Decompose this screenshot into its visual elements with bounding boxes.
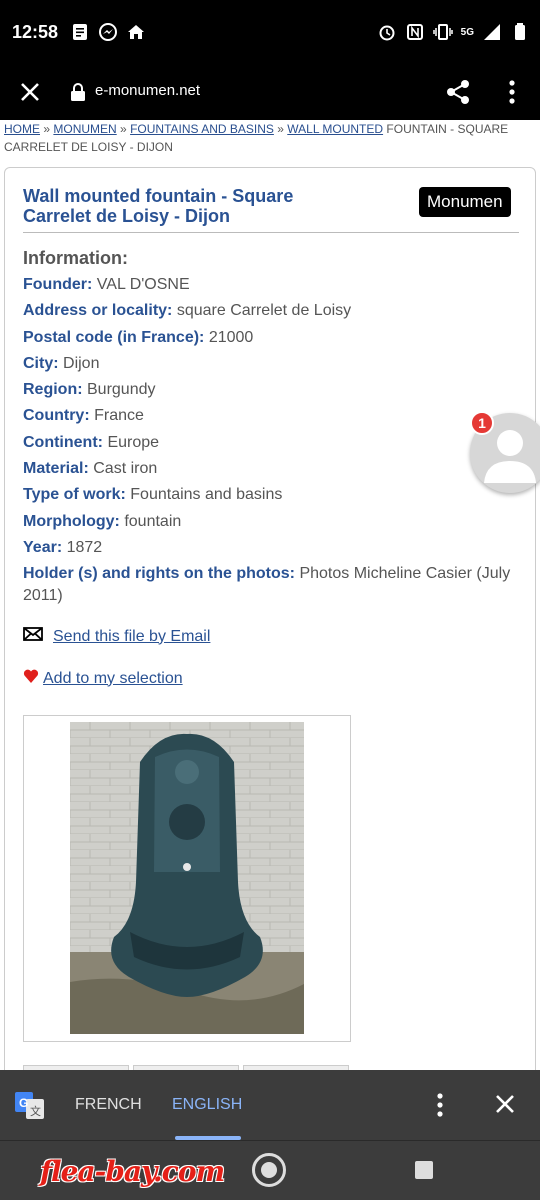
info-list: Founder: VAL D'OSNE Address or locality:… bbox=[23, 274, 513, 612]
notification-badge: 1 bbox=[470, 411, 494, 435]
close-icon[interactable] bbox=[18, 80, 42, 104]
email-row: Send this file by Email bbox=[23, 626, 210, 647]
info-row-continent: Continent: Europe bbox=[23, 433, 160, 451]
heart-icon bbox=[23, 668, 39, 689]
status-bar: 12:58 5G bbox=[0, 0, 540, 64]
info-row-morphology: Morphology: fountain bbox=[23, 512, 182, 530]
info-row-address: Address or locality: square Carrelet de … bbox=[23, 302, 352, 320]
recents-button[interactable] bbox=[415, 1161, 433, 1179]
selection-row: Add to my selection bbox=[23, 668, 183, 689]
add-to-selection-link[interactable]: Add to my selection bbox=[43, 670, 183, 688]
system-nav-bar: flea-bay.com bbox=[0, 1140, 540, 1200]
info-row-city: City: Dijon bbox=[23, 354, 100, 372]
info-row-postal-code: Postal code (in France): 21000 bbox=[23, 328, 254, 346]
lock-icon bbox=[70, 82, 86, 102]
nfc-icon bbox=[405, 22, 425, 42]
breadcrumb-monumen[interactable]: MONUMEN bbox=[53, 122, 116, 136]
url-text[interactable]: e-monumen.net bbox=[95, 82, 200, 99]
language-option-french[interactable]: FRENCH bbox=[75, 1096, 142, 1114]
more-options-icon[interactable] bbox=[500, 78, 524, 106]
breadcrumb-fountains[interactable]: FOUNTAINS AND BASINS bbox=[130, 122, 274, 136]
info-row-type-of-work: Type of work: Fountains and basins bbox=[23, 486, 283, 504]
info-row-photo-rights: Holder (s) and rights on the photos: Pho… bbox=[23, 565, 511, 605]
info-row-year: Year: 1872 bbox=[23, 538, 103, 556]
notes-icon bbox=[70, 22, 90, 42]
breadcrumb: HOME » MONUMEN » FOUNTAINS AND BASINS » … bbox=[4, 122, 509, 154]
signal-icon bbox=[482, 22, 502, 42]
status-time: 12:58 bbox=[12, 22, 59, 42]
network-label: 5G bbox=[460, 26, 474, 38]
language-option-english[interactable]: ENGLISH bbox=[172, 1096, 242, 1114]
alarm-icon bbox=[377, 22, 397, 42]
vibrate-icon bbox=[432, 22, 453, 42]
info-row-country: Country: France bbox=[23, 407, 144, 425]
fountain-photo[interactable] bbox=[70, 722, 304, 1034]
close-translate-icon[interactable] bbox=[495, 1094, 515, 1114]
info-row-founder: Founder: VAL D'OSNE bbox=[23, 276, 190, 293]
home-icon bbox=[126, 22, 146, 42]
breadcrumb-wall-mounted[interactable]: WALL MOUNTED bbox=[287, 122, 383, 136]
divider bbox=[23, 232, 519, 233]
send-email-link[interactable]: Send this file by Email bbox=[53, 628, 210, 646]
battery-icon bbox=[510, 22, 530, 42]
page-content: HOME » MONUMEN » FOUNTAINS AND BASINS » … bbox=[0, 120, 540, 1070]
info-heading: Information: bbox=[23, 248, 128, 268]
category-badge[interactable]: Monumen bbox=[419, 187, 511, 217]
watermark-logo: flea-bay.com bbox=[40, 1155, 225, 1188]
info-row-region: Region: Burgundy bbox=[23, 381, 156, 399]
google-translate-icon: G文 bbox=[15, 1092, 45, 1120]
browser-toolbar: e-monumen.net bbox=[0, 64, 540, 120]
translate-options-icon[interactable] bbox=[430, 1092, 450, 1118]
messenger-icon bbox=[98, 22, 118, 42]
breadcrumb-home[interactable]: HOME bbox=[4, 122, 40, 136]
share-icon[interactable] bbox=[444, 78, 472, 106]
envelope-icon bbox=[23, 626, 43, 647]
page-title: Wall mounted fountain - Square Carrelet … bbox=[23, 186, 294, 226]
info-row-material: Material: Cast iron bbox=[23, 460, 158, 478]
photo-frame[interactable] bbox=[23, 715, 351, 1042]
translate-bar: G文 FRENCH ENGLISH bbox=[0, 1070, 540, 1140]
home-button[interactable] bbox=[252, 1153, 286, 1187]
svg-text:G: G bbox=[19, 1096, 28, 1110]
monument-card: Wall mounted fountain - Square Carrelet … bbox=[4, 167, 536, 1070]
svg-text:文: 文 bbox=[30, 1104, 41, 1118]
